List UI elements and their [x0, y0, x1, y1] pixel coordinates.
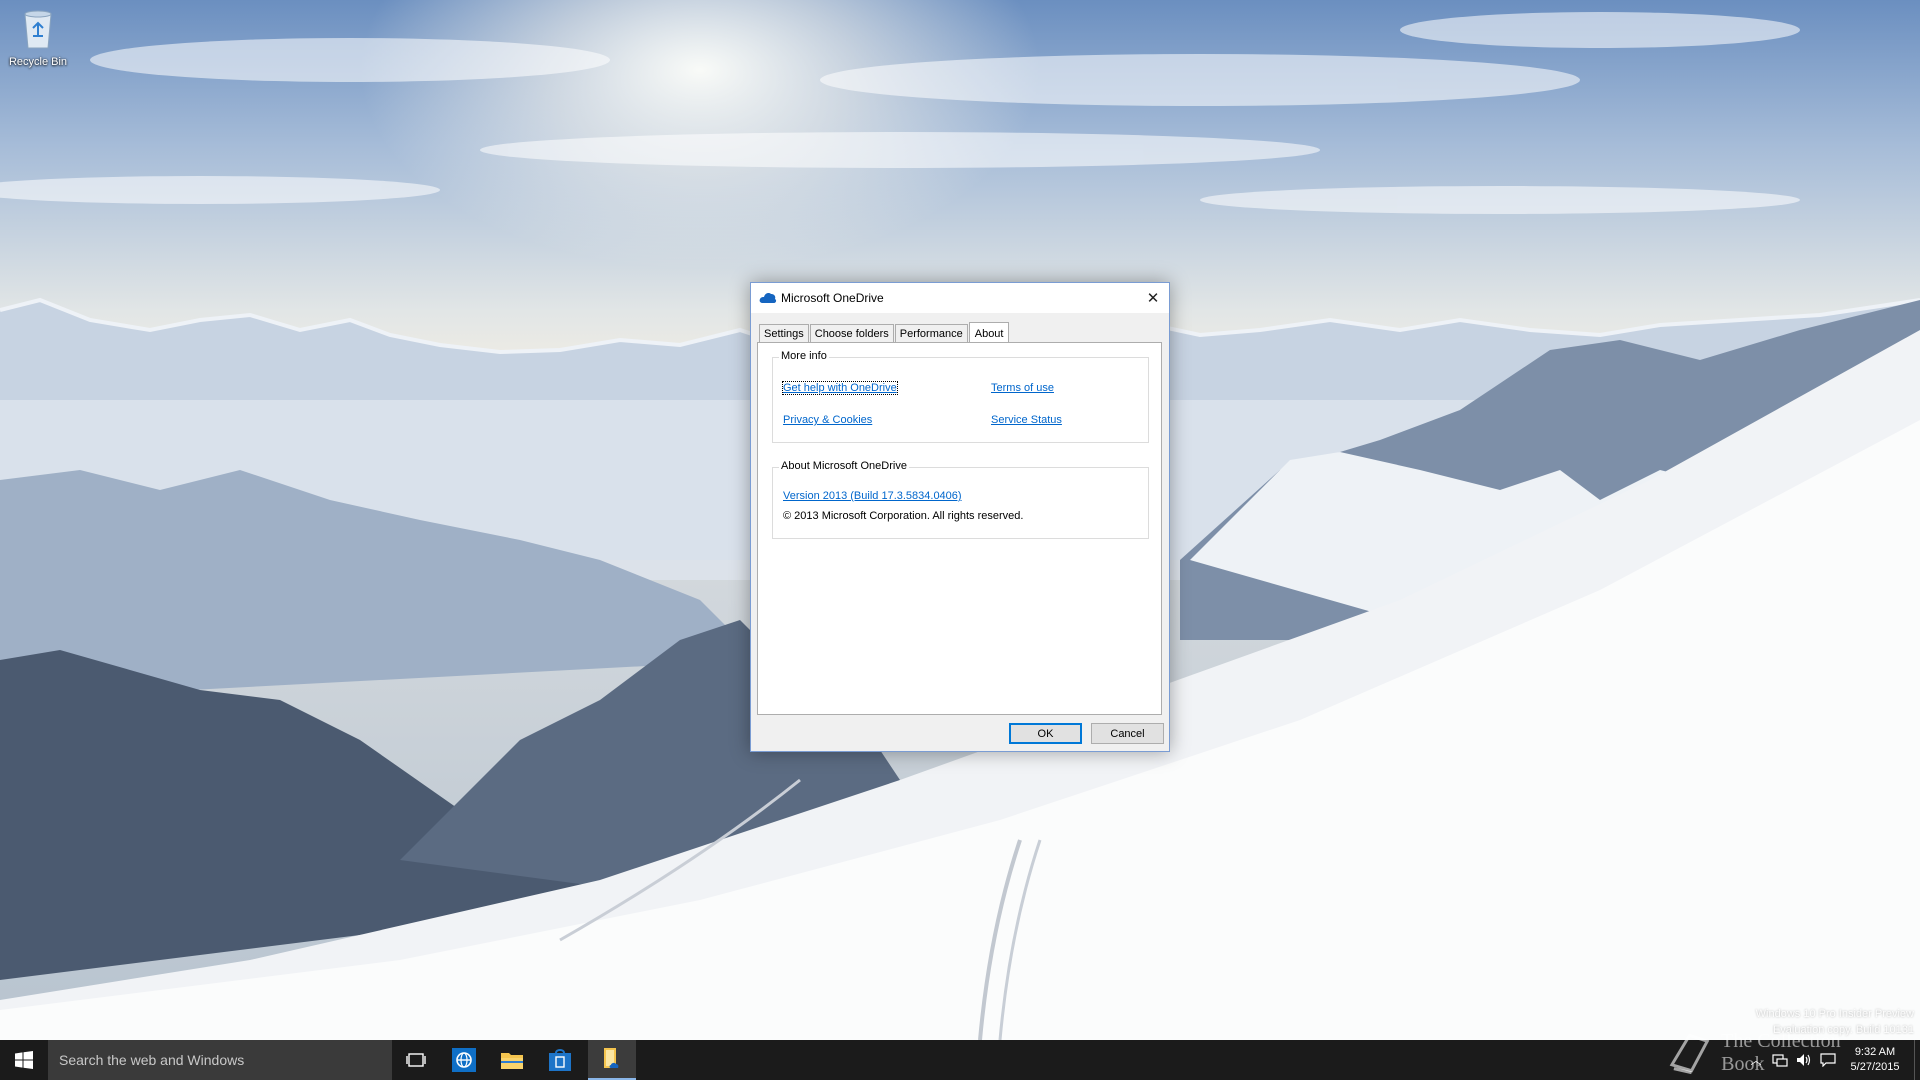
tab-settings[interactable]: Settings: [759, 324, 809, 343]
onedrive-cloud-icon: [759, 293, 777, 303]
onedrive-dialog: Microsoft OneDrive ✕ Settings Choose fol…: [750, 282, 1170, 752]
desktop-icon-recycle-bin[interactable]: Recycle Bin: [4, 6, 72, 68]
store-button[interactable]: [536, 1040, 584, 1080]
speaker-icon: [1797, 1054, 1811, 1066]
cancel-button[interactable]: Cancel: [1091, 723, 1164, 744]
dialog-titlebar[interactable]: Microsoft OneDrive ✕: [751, 283, 1169, 313]
system-tray: ︿ 9:32 AM 5/27/2015: [1744, 1040, 1920, 1080]
tab-about[interactable]: About: [968, 322, 1010, 344]
volume-button[interactable]: [1792, 1040, 1816, 1080]
action-center-button[interactable]: [1816, 1040, 1840, 1080]
taskbar-search-box[interactable]: Search the web and Windows: [48, 1040, 392, 1080]
store-icon: [549, 1049, 571, 1071]
tab-performance[interactable]: Performance: [894, 324, 968, 343]
clock-date: 5/27/2015: [1850, 1061, 1900, 1073]
onedrive-setup-icon: [604, 1048, 619, 1068]
close-button[interactable]: ✕: [1137, 283, 1169, 313]
more-info-group: More info Get help with OneDrive Terms o…: [772, 350, 1149, 443]
more-info-legend: More info: [779, 350, 829, 362]
network-icon: [1772, 1054, 1788, 1067]
dialog-title: Microsoft OneDrive: [781, 291, 884, 305]
terms-of-use-link[interactable]: Terms of use: [991, 382, 1054, 394]
version-link[interactable]: Version 2013 (Build 17.3.5834.0406): [783, 490, 962, 502]
windows-logo-icon: [15, 1051, 33, 1069]
close-icon: ✕: [1146, 290, 1160, 307]
file-explorer-button[interactable]: [488, 1040, 536, 1080]
windows-watermark: Windows 10 Pro Insider Preview Evaluatio…: [1756, 1006, 1914, 1038]
chevron-up-icon: ︿: [1750, 1055, 1762, 1067]
recycle-bin-label: Recycle Bin: [8, 56, 68, 68]
internet-explorer-icon: [452, 1048, 476, 1072]
ok-button[interactable]: OK: [1009, 723, 1082, 744]
copyright-text: © 2013 Microsoft Corporation. All rights…: [783, 510, 1024, 522]
start-button[interactable]: [0, 1040, 48, 1080]
service-status-link[interactable]: Service Status: [991, 414, 1062, 426]
about-tab-page: More info Get help with OneDrive Terms o…: [757, 342, 1162, 715]
show-desktop-button[interactable]: [1914, 1040, 1920, 1080]
about-onedrive-legend: About Microsoft OneDrive: [779, 460, 909, 472]
file-explorer-icon: [501, 1053, 523, 1069]
watermark-line-2: Evaluation copy. Build 10131: [1772, 1024, 1914, 1036]
internet-explorer-button[interactable]: [440, 1040, 488, 1080]
tab-strip: Settings Choose folders Performance Abou…: [759, 321, 1010, 344]
get-help-link[interactable]: Get help with OneDrive: [782, 381, 898, 395]
clock-time: 9:32 AM: [1854, 1046, 1896, 1058]
tray-overflow-button[interactable]: ︿: [1744, 1040, 1768, 1080]
search-placeholder: Search the web and Windows: [59, 1052, 245, 1068]
task-view-icon: [406, 1053, 426, 1067]
task-view-button[interactable]: [392, 1040, 440, 1080]
taskbar: Search the web and Windows ︿ 9:32 AM 5/2…: [0, 1040, 1920, 1080]
privacy-cookies-link[interactable]: Privacy & Cookies: [783, 414, 872, 426]
about-onedrive-group: About Microsoft OneDrive Version 2013 (B…: [772, 460, 1149, 539]
message-icon: [1820, 1053, 1836, 1067]
tab-choose-folders[interactable]: Choose folders: [809, 324, 894, 343]
onedrive-setup-button[interactable]: [588, 1040, 636, 1080]
network-button[interactable]: [1768, 1040, 1792, 1080]
watermark-line-1: Windows 10 Pro Insider Preview: [1755, 1008, 1914, 1020]
recycle-bin-icon: [24, 10, 52, 49]
clock[interactable]: 9:32 AM 5/27/2015: [1840, 1045, 1910, 1075]
